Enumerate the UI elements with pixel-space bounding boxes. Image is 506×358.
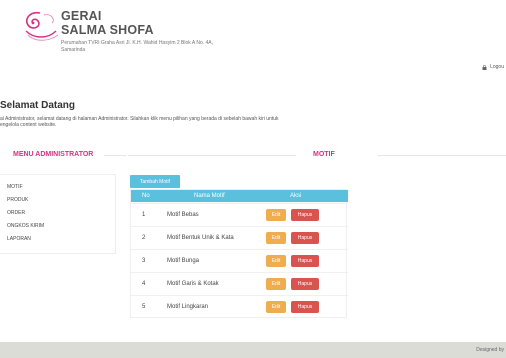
row-number: 1: [142, 212, 146, 218]
row-number: 4: [142, 281, 146, 287]
table-row: 3 Motif Bunga Edit Hapus: [131, 249, 348, 272]
edit-button[interactable]: Edit: [266, 255, 286, 267]
motif-name: Motif Garis & Kotak: [167, 281, 219, 287]
delete-button[interactable]: Hapus: [291, 232, 319, 244]
divider: [378, 155, 506, 156]
table-row: 2 Motif Bentuk Unik & Kata Edit Hapus: [131, 226, 348, 249]
column-header-nama-motif: Nama Motif: [194, 193, 225, 199]
brand-name-line2: SALMA SHOFA: [61, 23, 154, 37]
delete-button[interactable]: Hapus: [291, 301, 319, 313]
motif-name: Motif Bebas: [167, 212, 199, 218]
edit-button[interactable]: Edit: [266, 232, 286, 244]
divider: [128, 155, 296, 156]
motif-name: Motif Lingkaran: [167, 304, 209, 310]
motif-table: No Nama Motif Aksi 1 Motif Bebas Edit Ha…: [130, 189, 348, 318]
column-header-aksi: Aksi: [290, 193, 302, 199]
delete-button[interactable]: Hapus: [291, 278, 319, 290]
logout-link[interactable]: Logou: [482, 64, 504, 70]
sidebar-item-order[interactable]: ORDER: [7, 210, 25, 216]
motif-name: Motif Bunga: [167, 258, 200, 264]
divider: [104, 155, 126, 156]
welcome-text-line2: engelola content website.: [0, 122, 57, 128]
lock-icon: [482, 64, 487, 70]
sidebar-item-ongkos-kirim[interactable]: ONGKOS KIRIM: [7, 223, 44, 229]
delete-button[interactable]: Hapus: [291, 255, 319, 267]
motif-name: Motif Bentuk Unik & Kata: [167, 235, 234, 241]
site-footer: Designed by: [0, 342, 506, 358]
welcome-title: Selamat Datang: [0, 100, 76, 111]
edit-button[interactable]: Edit: [266, 301, 286, 313]
row-number: 2: [142, 235, 146, 241]
delete-button[interactable]: Hapus: [291, 209, 319, 221]
table-header: No Nama Motif Aksi: [131, 190, 348, 202]
site-header: GERAI SALMA SHOFA Perumahan TVRI Graha A…: [0, 0, 506, 95]
address-line1: Perumahan TVRI Graha Asri Jl. K.H. Wahid…: [61, 40, 214, 46]
add-motif-button[interactable]: Tambah Motif: [130, 175, 180, 188]
table-row: 4 Motif Garis & Kotak Edit Hapus: [131, 272, 348, 295]
sidebar-menu: MOTIF PRODUK ORDER ONGKOS KIRIM LAPORAN: [0, 174, 116, 254]
column-header-no: No: [142, 193, 150, 199]
row-number: 3: [142, 258, 146, 264]
sidebar-item-motif[interactable]: MOTIF: [7, 184, 23, 190]
address-line2: Samarinda: [61, 47, 86, 53]
logout-label: Logou: [490, 64, 504, 70]
footer-credit: Designed by: [476, 347, 504, 353]
table-row: 1 Motif Bebas Edit Hapus: [131, 203, 348, 226]
sidebar-item-produk[interactable]: PRODUK: [7, 197, 28, 203]
motif-section-title: MOTIF: [313, 151, 335, 158]
row-number: 5: [142, 304, 146, 310]
ornament-logo-icon: [25, 11, 59, 41]
table-row: 5 Motif Lingkaran Edit Hapus: [131, 295, 348, 318]
sidebar-item-laporan[interactable]: LAPORAN: [7, 236, 31, 242]
menu-administrator-title: MENU ADMINISTRATOR: [13, 151, 94, 158]
edit-button[interactable]: Edit: [266, 278, 286, 290]
brand-name-line1: GERAI: [61, 9, 102, 23]
edit-button[interactable]: Edit: [266, 209, 286, 221]
